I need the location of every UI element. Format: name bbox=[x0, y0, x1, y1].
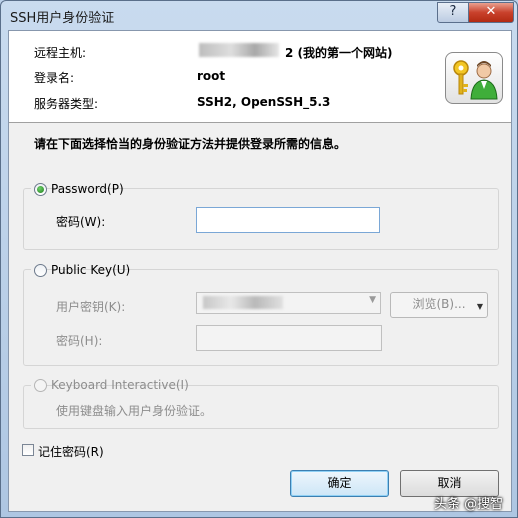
connection-info-header: 远程主机: 2 (我的第一个网站) 登录名: root 服务器类型: SSH2,… bbox=[9, 31, 511, 123]
keys-user-icon bbox=[445, 52, 503, 104]
keyboard-interactive-radio-label[interactable]: Keyboard Interactive(I) bbox=[51, 378, 189, 392]
help-button[interactable]: ? bbox=[437, 2, 469, 23]
password-field-label: 密码(W): bbox=[56, 215, 106, 229]
close-button[interactable]: ✕ bbox=[468, 2, 514, 23]
publickey-radio-label[interactable]: Public Key(U) bbox=[51, 263, 130, 277]
password-radio[interactable]: Password(P) bbox=[31, 181, 124, 197]
window-title: SSH用户身份验证 bbox=[10, 11, 115, 26]
remember-password-label[interactable]: 记住密码(R) bbox=[38, 443, 104, 460]
user-key-label: 用户密钥(K): bbox=[56, 300, 126, 314]
server-type-value: SSH2, OpenSSH_5.3 bbox=[197, 95, 331, 109]
password-radio-circle[interactable] bbox=[34, 183, 47, 196]
title-bar[interactable]: SSH用户身份验证 ? ✕ bbox=[1, 1, 517, 29]
user-key-select[interactable]: ▼ bbox=[196, 292, 381, 314]
publickey-radio-circle[interactable] bbox=[34, 264, 47, 277]
redacted-host bbox=[199, 43, 279, 57]
host-value: 2 (我的第一个网站) bbox=[285, 46, 393, 60]
instruction-text: 请在下面选择恰当的身份验证方法并提供登录所需的信息。 bbox=[34, 137, 347, 151]
ssh-auth-dialog: SSH用户身份验证 ? ✕ 远程主机: 2 (我的第一个网站) 登录名: roo… bbox=[0, 0, 518, 518]
watermark-text: 头条 @搜智 bbox=[434, 497, 504, 512]
keyboard-interactive-radio[interactable]: Keyboard Interactive(I) bbox=[31, 377, 189, 393]
user-label: 登录名: bbox=[34, 71, 75, 85]
keyboard-interactive-description: 使用键盘输入用户身份验证。 bbox=[56, 404, 213, 418]
browse-button[interactable]: 浏览(B)... ▼ bbox=[390, 292, 488, 318]
browse-button-label: 浏览(B)... bbox=[412, 297, 466, 311]
password-input[interactable] bbox=[196, 207, 380, 233]
host-label: 远程主机: bbox=[34, 46, 87, 60]
password-radio-label[interactable]: Password(P) bbox=[51, 182, 124, 196]
redacted-key bbox=[203, 296, 283, 309]
remember-password-box[interactable] bbox=[22, 444, 34, 456]
user-value: root bbox=[197, 69, 226, 83]
passphrase-label: 密码(H): bbox=[56, 334, 103, 348]
server-type-label: 服务器类型: bbox=[34, 97, 99, 111]
keyboard-interactive-radio-circle[interactable] bbox=[34, 379, 47, 392]
publickey-radio[interactable]: Public Key(U) bbox=[31, 262, 130, 278]
ok-button[interactable]: 确定 bbox=[290, 470, 389, 497]
chevron-down-icon: ▼ bbox=[369, 295, 376, 305]
dialog-body: 远程主机: 2 (我的第一个网站) 登录名: root 服务器类型: SSH2,… bbox=[8, 30, 512, 512]
dropdown-arrow-icon: ▼ bbox=[476, 302, 483, 311]
passphrase-input[interactable] bbox=[196, 325, 382, 351]
